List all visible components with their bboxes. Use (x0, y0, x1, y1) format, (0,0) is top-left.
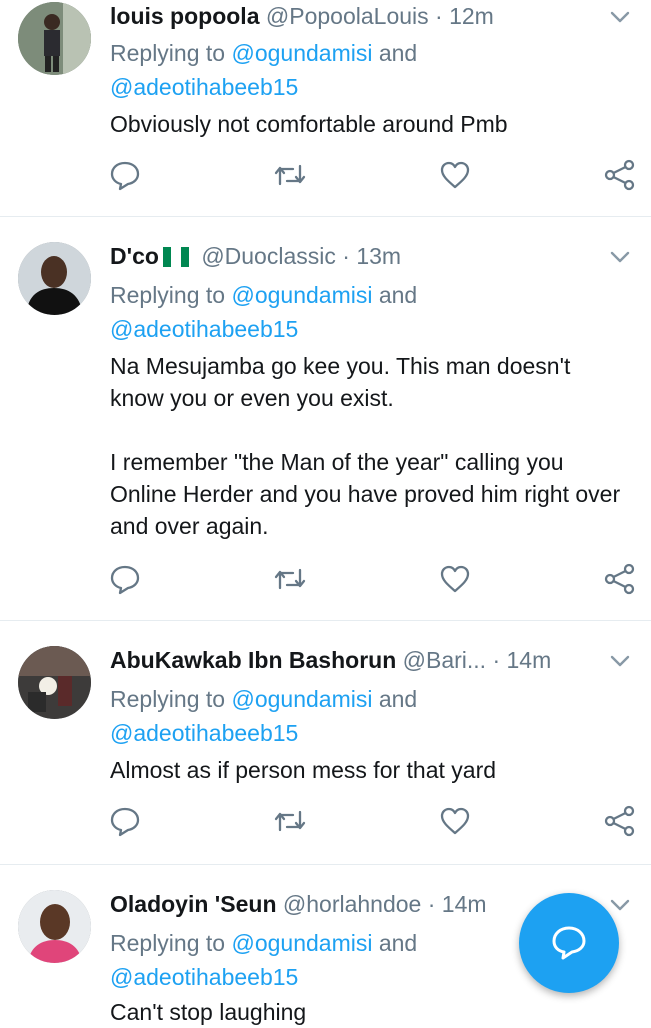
separator-dot: · (342, 243, 350, 269)
tweet[interactable]: louis popoola @PopoolaLouis · 12m Replyi… (0, 0, 651, 217)
replying-to-and: and (372, 686, 418, 712)
nigeria-flag-icon (162, 243, 189, 267)
reply-icon[interactable] (108, 158, 142, 192)
share-icon[interactable] (603, 158, 637, 192)
avatar[interactable] (18, 646, 91, 719)
mention-link[interactable]: @adeotihabeeb15 (110, 720, 298, 746)
timestamp[interactable]: 13m (356, 243, 401, 269)
reply-icon[interactable] (108, 804, 142, 838)
display-name[interactable]: D'co (110, 243, 159, 269)
chevron-down-icon[interactable] (607, 892, 633, 918)
user-handle[interactable]: @Duoclassic (201, 243, 336, 269)
share-icon[interactable] (603, 562, 637, 596)
mention-link[interactable]: @adeotihabeeb15 (110, 74, 298, 100)
avatar[interactable] (18, 2, 91, 75)
mention-link[interactable]: @ogundamisi (231, 282, 372, 308)
replying-to: Replying to @ogundamisi and @adeotihabeeb… (110, 36, 417, 104)
display-name[interactable]: AbuKawkab Ibn Bashorun (110, 647, 396, 673)
chevron-down-icon[interactable] (607, 4, 633, 30)
compose-reply-icon (552, 926, 586, 960)
user-handle[interactable]: @PopoolaLouis (266, 3, 429, 29)
share-icon[interactable] (603, 804, 637, 838)
tweet-text: Na Mesujamba go kee you. This man doesn'… (110, 353, 621, 539)
mention-link[interactable]: @adeotihabeeb15 (110, 316, 298, 342)
chevron-down-icon[interactable] (607, 244, 633, 270)
retweet-icon[interactable] (273, 804, 307, 838)
mention-link[interactable]: @ogundamisi (231, 686, 372, 712)
tweet-text: Almost as if person mess for that yard (110, 757, 497, 783)
user-handle[interactable]: @horlahndoe (283, 891, 421, 917)
replying-to-prefix: Replying to (110, 930, 232, 956)
tweet-header: Oladoyin 'Seun @horlahndoe · 14m (110, 888, 487, 920)
replying-to: Replying to @ogundamisi and @adeotihabeeb… (110, 278, 417, 346)
avatar[interactable] (18, 890, 91, 963)
display-name[interactable]: Oladoyin 'Seun (110, 891, 277, 917)
heart-icon[interactable] (438, 804, 472, 838)
avatar-photo (18, 2, 91, 75)
tweet-header: AbuKawkab Ibn Bashorun @Bari... · 14m (110, 644, 551, 676)
mention-link[interactable]: @ogundamisi (231, 930, 372, 956)
avatar-photo (18, 646, 91, 719)
replying-to-prefix: Replying to (110, 40, 232, 66)
avatar[interactable] (18, 242, 91, 315)
replying-to-and: and (372, 930, 418, 956)
tweet[interactable]: AbuKawkab Ibn Bashorun @Bari... · 14m Re… (0, 620, 651, 865)
tweet-header: louis popoola @PopoolaLouis · 12m (110, 0, 494, 32)
avatar-photo (18, 890, 91, 963)
timestamp[interactable]: 14m (507, 647, 552, 673)
separator-dot: · (492, 647, 501, 673)
replying-to-and: and (372, 40, 418, 66)
timestamp[interactable]: 14m (442, 891, 487, 917)
compose-reply-button[interactable] (519, 893, 619, 993)
chevron-down-icon[interactable] (607, 648, 633, 674)
display-name[interactable]: louis popoola (110, 3, 260, 29)
tweet-header: D'co @Duoclassic · 13m (110, 240, 401, 272)
separator-dot: · (427, 891, 436, 917)
replying-to: Replying to @ogundamisi and @adeotihabeeb… (110, 926, 417, 994)
reply-icon[interactable] (108, 562, 142, 596)
mention-link[interactable]: @ogundamisi (231, 40, 372, 66)
replying-to-prefix: Replying to (110, 282, 232, 308)
tweet-text: Obviously not comfortable around Pmb (110, 111, 508, 137)
replying-to-prefix: Replying to (110, 686, 232, 712)
avatar-photo (18, 242, 91, 315)
heart-icon[interactable] (438, 562, 472, 596)
tweet-text: Can't stop laughing (110, 999, 307, 1025)
timestamp[interactable]: 12m (449, 3, 494, 29)
heart-icon[interactable] (438, 158, 472, 192)
mention-link[interactable]: @adeotihabeeb15 (110, 964, 298, 990)
replying-to: Replying to @ogundamisi and @adeotihabeeb… (110, 682, 417, 750)
separator-dot: · (435, 3, 443, 29)
replying-to-and: and (372, 282, 418, 308)
retweet-icon[interactable] (273, 562, 307, 596)
user-handle[interactable]: @Bari... (403, 647, 486, 673)
retweet-icon[interactable] (273, 158, 307, 192)
tweet[interactable]: D'co @Duoclassic · 13m Replying to @ogun… (0, 216, 651, 621)
